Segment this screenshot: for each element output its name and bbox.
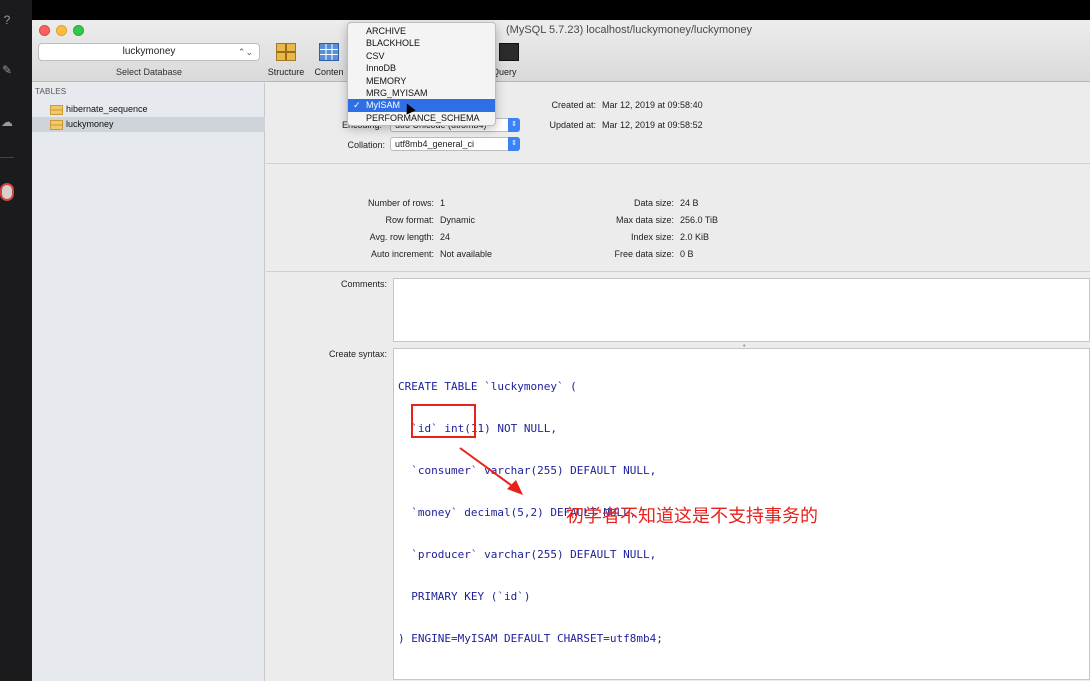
avg-row-length-value: 24 — [440, 232, 451, 242]
free-data-size-value: 0 B — [680, 249, 694, 259]
sidebar-item-hibernate-sequence[interactable]: hibernate_sequence — [32, 102, 265, 117]
zoom-window-button[interactable] — [73, 25, 84, 36]
code-line: PRIMARY KEY (`id`) — [398, 590, 531, 603]
section-divider — [266, 163, 1090, 164]
close-window-button[interactable] — [39, 25, 50, 36]
menu-item-performance-schema[interactable]: PERFORMANCE_SCHEMA — [348, 112, 495, 124]
query-label: Query — [492, 67, 517, 77]
menu-item-label: BLACKHOLE — [366, 38, 421, 49]
created-at-value: Mar 12, 2019 at 09:58:40 — [602, 100, 703, 110]
max-data-size-value: 256.0 TiB — [680, 215, 719, 225]
create-syntax-label: Create syntax: — [328, 349, 387, 359]
up-down-chevron-icon: ⇕ — [508, 137, 520, 151]
terminal-icon — [499, 43, 519, 61]
menu-item-label: MEMORY — [366, 75, 407, 86]
code-line: ) ENGINE=MyISAM DEFAULT CHARSET=utf8mb4; — [398, 632, 663, 645]
annotation-arrow-icon — [459, 447, 523, 495]
content-tab-button[interactable]: Conten — [306, 43, 352, 77]
data-size-label: Data size: — [633, 198, 674, 208]
menu-item-label: PERFORMANCE_SCHEMA — [366, 112, 480, 123]
code-line: CREATE TABLE `luckymoney` ( — [398, 380, 577, 393]
created-at-label: Created at: — [551, 100, 596, 110]
menu-item-myisam[interactable]: ✓ MyISAM — [348, 99, 495, 112]
menu-item-innodb[interactable]: InnoDB — [348, 62, 495, 74]
tables-header: TABLES — [35, 87, 67, 96]
database-select[interactable]: luckymoney ⌃⌄ — [38, 43, 260, 61]
table-info-panel: Type Encoding: utf8 Unicode (utf8mb4) ⇕ … — [266, 83, 1090, 681]
menu-item-label: InnoDB — [366, 63, 397, 74]
collation-label: Collation: — [347, 140, 385, 150]
index-size-value: 2.0 KiB — [680, 232, 710, 242]
menu-item-label: CSV — [366, 50, 385, 61]
updated-at-label: Updated at: — [549, 120, 596, 130]
number-of-rows-label: Number of rows: — [367, 198, 434, 208]
updated-at-value: Mar 12, 2019 at 09:58:52 — [602, 120, 703, 130]
collation-select[interactable]: utf8mb4_general_ci ⇕ — [390, 137, 520, 151]
menu-item-blackhole[interactable]: BLACKHOLE — [348, 37, 495, 49]
auto-increment-label: Auto increment: — [370, 249, 434, 259]
menu-item-label: MyISAM — [366, 100, 401, 111]
row-format-value: Dynamic — [440, 215, 476, 225]
dock-strip: ? ✎ ☁ — [0, 0, 32, 681]
menu-item-memory[interactable]: MEMORY — [348, 75, 495, 87]
free-data-size-label: Free data size: — [614, 249, 674, 259]
sidebar-item-label: luckymoney — [66, 119, 114, 129]
app-icon[interactable] — [0, 183, 14, 201]
database-select-label: Select Database — [115, 67, 183, 77]
code-line: `producer` varchar(255) DEFAULT NULL, — [398, 548, 657, 561]
collation-value: utf8mb4_general_ci — [395, 139, 475, 149]
app-window: (MySQL 5.7.23) localhost/luckymoney/luck… — [32, 20, 1090, 681]
menu-item-archive[interactable]: ARCHIVE — [348, 25, 495, 37]
number-of-rows-value: 1 — [440, 198, 446, 208]
up-down-chevron-icon: ⌃⌄ — [237, 47, 253, 57]
menu-item-csv[interactable]: CSV — [348, 50, 495, 62]
database-select-value: luckymoney — [122, 46, 176, 57]
cloud-icon[interactable]: ☁ — [0, 115, 14, 129]
sidebar-item-label: hibernate_sequence — [66, 104, 148, 114]
code-line: `id` int(11) NOT NULL, — [398, 422, 557, 435]
auto-increment-value: Not available — [440, 249, 493, 259]
index-size-label: Index size: — [630, 232, 674, 242]
pencil-icon[interactable]: ✎ — [0, 63, 14, 77]
table-icon — [50, 105, 63, 115]
table-icon — [50, 120, 63, 130]
minimize-window-button[interactable] — [56, 25, 67, 36]
max-data-size-label: Max data size: — [615, 215, 674, 225]
window-title: (MySQL 5.7.23) localhost/luckymoney/luck… — [506, 24, 752, 36]
content-label: Conten — [314, 67, 344, 77]
structure-tab-button[interactable]: Structure — [261, 43, 311, 77]
menu-item-mrg-myisam[interactable]: MRG_MYISAM — [348, 87, 495, 99]
avg-row-length-label: Avg. row length: — [369, 232, 434, 242]
annotation-highlight-box — [411, 404, 476, 438]
annotation-text: 初学者不知道这是不支持事务的 — [566, 506, 818, 527]
comments-textarea[interactable] — [393, 278, 1090, 342]
dock-separator — [0, 157, 14, 158]
structure-icon — [276, 43, 296, 61]
sidebar-item-luckymoney[interactable]: luckymoney — [32, 117, 265, 132]
structure-label: Structure — [267, 67, 305, 77]
menu-item-label: ARCHIVE — [366, 26, 407, 36]
section-divider — [266, 271, 1090, 272]
engine-type-menu[interactable]: ARCHIVE BLACKHOLE CSV InnoDB MEMORY MRG_… — [347, 22, 496, 126]
screen-top-bar — [0, 0, 1090, 20]
menu-item-label: MRG_MYISAM — [366, 87, 428, 98]
help-icon[interactable]: ? — [0, 13, 14, 27]
table-grid-icon — [319, 43, 339, 61]
tables-sidebar: TABLES hibernate_sequence luckymoney — [32, 83, 265, 681]
checkmark-icon: ✓ — [353, 100, 361, 111]
title-bar: (MySQL 5.7.23) localhost/luckymoney/luck… — [32, 20, 1090, 82]
row-format-label: Row format: — [385, 215, 434, 225]
comments-label: Comments: — [340, 279, 387, 289]
data-size-value: 24 B — [680, 198, 699, 208]
